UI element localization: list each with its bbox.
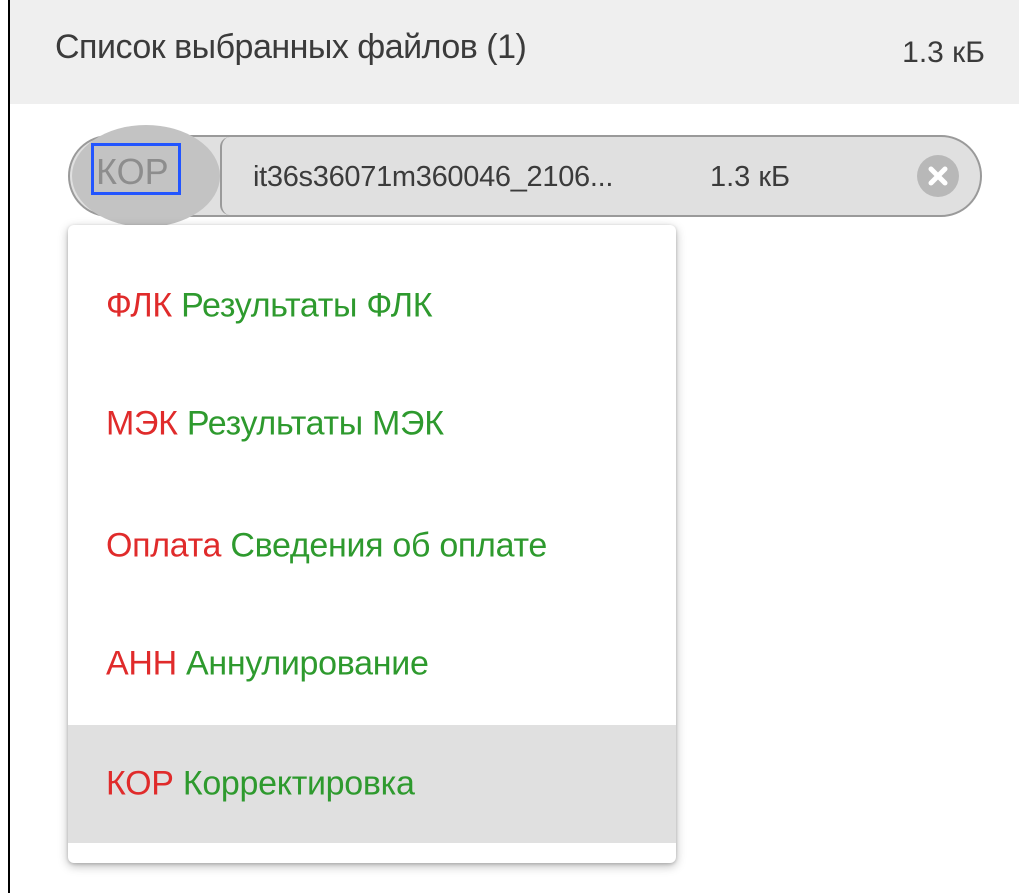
file-list-panel: Список выбранных файлов (1) 1.3 кБ КОР i…: [8, 0, 1019, 893]
option-code: ФЛК: [106, 286, 172, 325]
dropdown-option-payment[interactable]: Оплата Сведения об оплате: [68, 487, 676, 605]
option-description: Результаты ФЛК: [181, 286, 433, 325]
option-code: КОР: [106, 764, 174, 803]
chip-divider: [220, 137, 230, 215]
option-description: Аннулирование: [186, 644, 429, 683]
total-size: 1.3 кБ: [902, 36, 985, 69]
file-chip: КОР it36s36071m360046_2106... 1.3 кБ: [68, 125, 982, 227]
dropdown-option-ann[interactable]: АНН Аннулирование: [68, 605, 676, 723]
option-code: МЭК: [106, 404, 178, 443]
panel-title: Список выбранных файлов (1): [55, 28, 527, 66]
panel-header: Список выбранных файлов (1) 1.3 кБ: [10, 0, 1019, 104]
file-type-dropdown: ФЛК Результаты ФЛК МЭК Результаты МЭК Оп…: [68, 225, 676, 863]
option-description: Сведения об оплате: [230, 526, 547, 565]
file-type-selector[interactable]: КОР: [72, 125, 220, 227]
option-description: Результаты МЭК: [186, 404, 444, 443]
dropdown-option-flk[interactable]: ФЛК Результаты ФЛК: [68, 247, 676, 365]
close-circle-icon: [928, 166, 948, 186]
option-code: Оплата: [106, 526, 222, 565]
dropdown-option-mek[interactable]: МЭК Результаты МЭК: [68, 365, 676, 483]
dropdown-option-kor[interactable]: КОР Корректировка: [68, 725, 676, 843]
option-description: Корректировка: [182, 764, 415, 803]
file-name: it36s36071m360046_2106...: [253, 161, 614, 193]
file-type-label: КОР: [96, 151, 169, 192]
option-code: АНН: [106, 644, 177, 683]
file-size: 1.3 кБ: [710, 161, 791, 193]
remove-file-button[interactable]: [917, 155, 959, 197]
